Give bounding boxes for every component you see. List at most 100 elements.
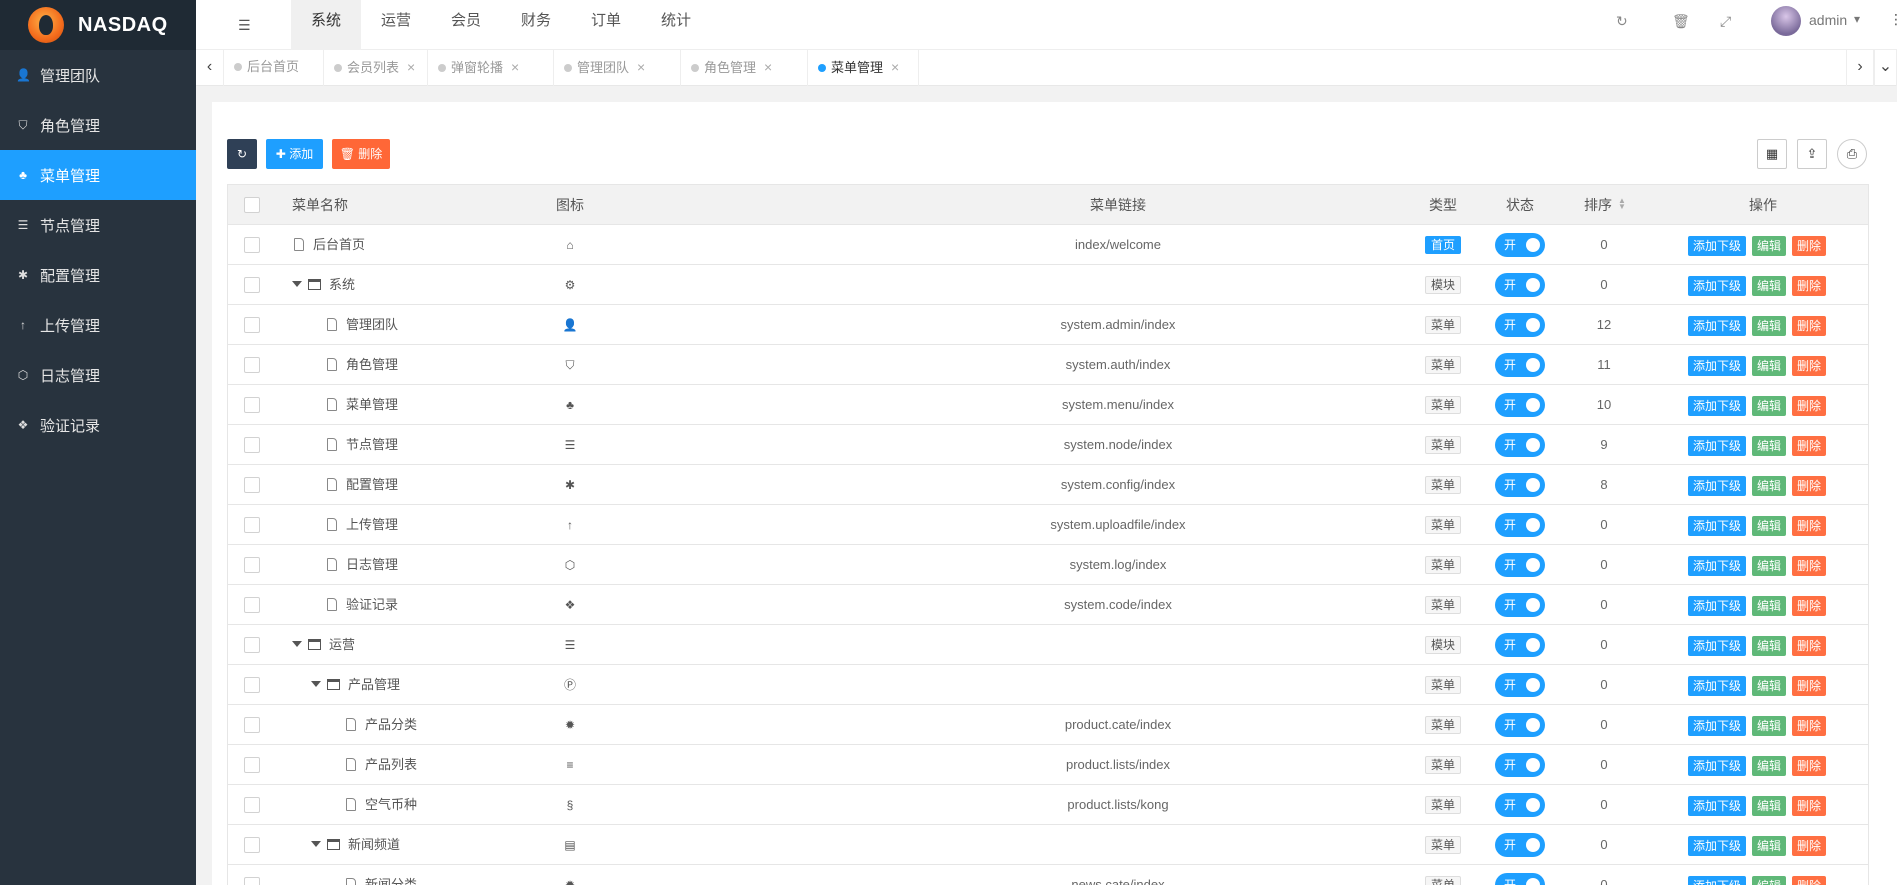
fullscreen-icon[interactable]: ⤢: [1720, 13, 1731, 30]
edit-button[interactable]: 编辑: [1752, 595, 1787, 616]
row-checkbox[interactable]: [244, 757, 260, 773]
caret-down-icon[interactable]: [311, 681, 321, 687]
edit-button[interactable]: 编辑: [1752, 835, 1787, 856]
row-checkbox[interactable]: [244, 557, 260, 573]
add-sub-button[interactable]: 添加下级: [1688, 835, 1747, 856]
delete-row-button[interactable]: 删除: [1792, 275, 1827, 296]
status-toggle[interactable]: 开: [1495, 552, 1545, 577]
row-checkbox[interactable]: [244, 237, 260, 253]
delete-row-button[interactable]: 删除: [1792, 355, 1827, 376]
status-toggle[interactable]: 开: [1495, 312, 1545, 337]
edit-button[interactable]: 编辑: [1752, 475, 1787, 496]
add-sub-button[interactable]: 添加下级: [1688, 875, 1747, 885]
delete-row-button[interactable]: 删除: [1792, 635, 1827, 656]
status-toggle[interactable]: 开: [1495, 872, 1545, 885]
close-icon[interactable]: ×: [407, 59, 415, 75]
avatar[interactable]: [1771, 6, 1801, 36]
delete-row-button[interactable]: 删除: [1792, 755, 1827, 776]
delete-row-button[interactable]: 删除: [1792, 795, 1827, 816]
status-toggle[interactable]: 开: [1495, 632, 1545, 657]
close-icon[interactable]: ×: [511, 59, 519, 75]
edit-button[interactable]: 编辑: [1752, 635, 1787, 656]
row-checkbox[interactable]: [244, 837, 260, 853]
status-toggle[interactable]: 开: [1495, 512, 1545, 537]
delete-row-button[interactable]: 删除: [1792, 875, 1827, 885]
caret-down-icon[interactable]: [292, 281, 302, 287]
sidebar-item[interactable]: ❖ 验证记录: [0, 400, 196, 450]
edit-button[interactable]: 编辑: [1752, 355, 1787, 376]
logo[interactable]: NASDAQ: [0, 0, 196, 50]
status-toggle[interactable]: 开: [1495, 672, 1545, 697]
tabs-menu-chevron-icon[interactable]: ⌄: [1874, 50, 1897, 86]
close-icon[interactable]: ×: [891, 59, 899, 75]
row-checkbox[interactable]: [244, 717, 260, 733]
sidebar-item[interactable]: ✱ 配置管理: [0, 250, 196, 300]
delete-row-button[interactable]: 删除: [1792, 515, 1827, 536]
delete-row-button[interactable]: 删除: [1792, 315, 1827, 336]
edit-button[interactable]: 编辑: [1752, 675, 1787, 696]
page-tab[interactable]: 角色管理 ×: [681, 50, 808, 86]
more-vertical-icon[interactable]: ⋮: [1889, 11, 1897, 28]
delete-row-button[interactable]: 删除: [1792, 235, 1827, 256]
close-icon[interactable]: ×: [764, 59, 772, 75]
status-toggle[interactable]: 开: [1495, 792, 1545, 817]
refresh-icon[interactable]: ↻: [1616, 13, 1628, 30]
top-tab[interactable]: 运营: [361, 0, 431, 50]
edit-button[interactable]: 编辑: [1752, 795, 1787, 816]
add-sub-button[interactable]: 添加下级: [1688, 515, 1747, 536]
add-sub-button[interactable]: 添加下级: [1688, 475, 1747, 496]
top-tab[interactable]: 财务: [501, 0, 571, 50]
top-tab[interactable]: 统计: [641, 0, 711, 50]
status-toggle[interactable]: 开: [1495, 392, 1545, 417]
add-sub-button[interactable]: 添加下级: [1688, 715, 1747, 736]
edit-button[interactable]: 编辑: [1752, 515, 1787, 536]
row-checkbox[interactable]: [244, 437, 260, 453]
status-toggle[interactable]: 开: [1495, 472, 1545, 497]
top-tab[interactable]: 会员: [431, 0, 501, 50]
sort-arrows-icon[interactable]: ▲ ▼: [1618, 197, 1626, 211]
status-toggle[interactable]: 开: [1495, 752, 1545, 777]
page-tab[interactable]: 弹窗轮播 ×: [428, 50, 554, 86]
status-toggle[interactable]: 开: [1495, 352, 1545, 377]
sidebar-item[interactable]: ⬡ 日志管理: [0, 350, 196, 400]
sidebar-item[interactable]: ♣ 菜单管理: [0, 150, 196, 200]
row-checkbox[interactable]: [244, 397, 260, 413]
header-sort[interactable]: 排序 ▲ ▼: [1584, 185, 1626, 225]
tabs-scroll-right-icon[interactable]: ›: [1846, 50, 1874, 86]
add-button[interactable]: ✚ 添加: [266, 139, 323, 169]
refresh-button[interactable]: ↻: [227, 139, 257, 169]
row-checkbox[interactable]: [244, 877, 260, 885]
delete-row-button[interactable]: 删除: [1792, 715, 1827, 736]
add-sub-button[interactable]: 添加下级: [1688, 795, 1747, 816]
add-sub-button[interactable]: 添加下级: [1688, 355, 1747, 376]
edit-button[interactable]: 编辑: [1752, 275, 1787, 296]
status-toggle[interactable]: 开: [1495, 232, 1545, 257]
row-checkbox[interactable]: [244, 277, 260, 293]
row-checkbox[interactable]: [244, 317, 260, 333]
edit-button[interactable]: 编辑: [1752, 435, 1787, 456]
delete-row-button[interactable]: 删除: [1792, 435, 1827, 456]
menu-toggle-icon[interactable]: ☰: [238, 17, 251, 34]
status-toggle[interactable]: 开: [1495, 832, 1545, 857]
add-sub-button[interactable]: 添加下级: [1688, 555, 1747, 576]
page-tab[interactable]: 后台首页: [224, 50, 324, 86]
edit-button[interactable]: 编辑: [1752, 715, 1787, 736]
export-button[interactable]: ⇪: [1797, 139, 1827, 169]
row-checkbox[interactable]: [244, 797, 260, 813]
caret-down-icon[interactable]: [311, 841, 321, 847]
status-toggle[interactable]: 开: [1495, 272, 1545, 297]
delete-button[interactable]: 🗑 删除: [332, 139, 390, 169]
sidebar-item[interactable]: ☰ 节点管理: [0, 200, 196, 250]
delete-row-button[interactable]: 删除: [1792, 555, 1827, 576]
top-tab[interactable]: 订单: [571, 0, 641, 50]
status-toggle[interactable]: 开: [1495, 712, 1545, 737]
delete-row-button[interactable]: 删除: [1792, 595, 1827, 616]
chevron-down-icon[interactable]: ▾: [1854, 12, 1860, 26]
add-sub-button[interactable]: 添加下级: [1688, 435, 1747, 456]
tabs-scroll-left-icon[interactable]: ‹: [196, 50, 224, 86]
add-sub-button[interactable]: 添加下级: [1688, 395, 1747, 416]
trash-icon[interactable]: 🗑: [1672, 13, 1690, 30]
row-checkbox[interactable]: [244, 677, 260, 693]
row-checkbox[interactable]: [244, 637, 260, 653]
row-checkbox[interactable]: [244, 357, 260, 373]
